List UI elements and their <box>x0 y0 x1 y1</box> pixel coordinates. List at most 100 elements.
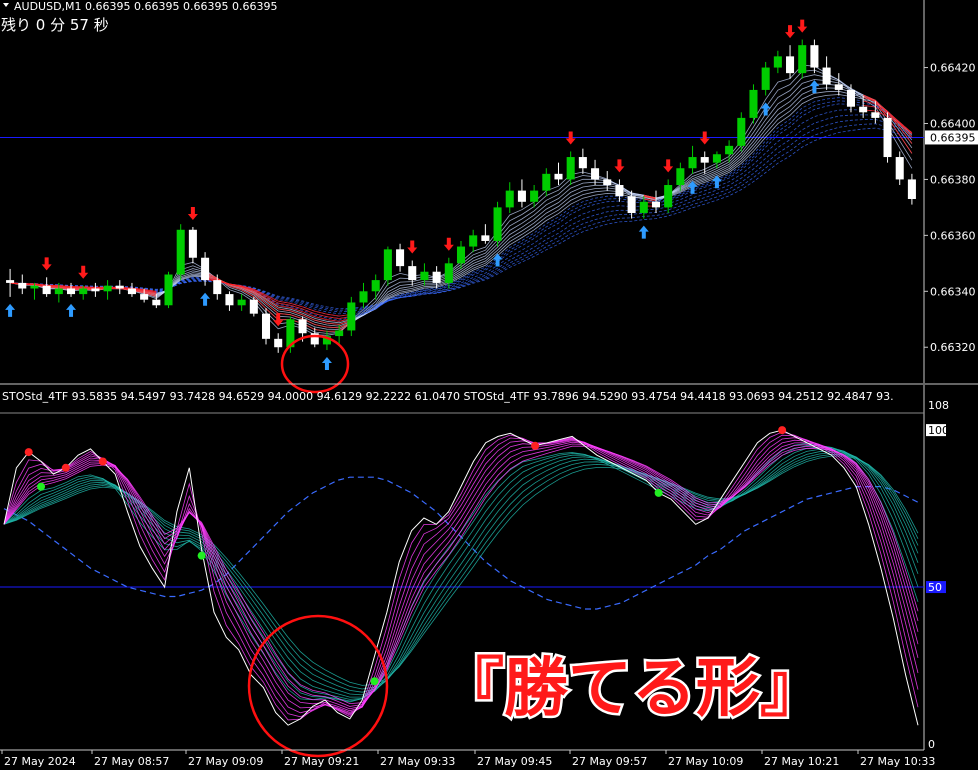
time-tick-label: 27 May 10:09 <box>668 755 743 768</box>
candle-body <box>627 196 636 213</box>
candle-body <box>895 157 904 180</box>
candle-body <box>578 157 587 169</box>
indicator-label: STOStd_4TF 93.5835 94.5497 93.7428 94.65… <box>2 390 894 403</box>
indicator-tick-label: 50 <box>928 581 942 594</box>
price-tick-label: 0.66420 <box>930 62 976 75</box>
time-tick-label: 27 May 09:21 <box>284 755 359 768</box>
candle-body <box>91 288 100 292</box>
candle-body <box>700 157 709 163</box>
candle-body <box>127 288 136 295</box>
time-tick-label: 27 May 09:45 <box>477 755 552 768</box>
candle-body <box>42 285 51 295</box>
time-tick-label: 27 May 10:33 <box>860 755 935 768</box>
candle-body <box>712 154 721 163</box>
candle-body <box>907 179 916 199</box>
green-signal-dot <box>654 488 663 497</box>
candle-body <box>420 271 429 281</box>
symbol-line: AUDUSD,M1 0.66395 0.66395 0.66395 0.6639… <box>14 0 277 13</box>
candle-body <box>517 190 526 202</box>
time-tick-label: 27 May 2024 <box>4 755 76 768</box>
red-signal-dot <box>24 448 33 457</box>
candle-body <box>225 294 234 306</box>
candle-body <box>676 168 685 186</box>
red-signal-dot <box>61 463 70 472</box>
candle-body <box>798 45 807 74</box>
candle-body <box>554 173 563 180</box>
candle-body <box>761 67 770 90</box>
candle-body <box>493 207 502 241</box>
candle-body <box>542 173 551 191</box>
candle-body <box>176 229 185 275</box>
trading-chart[interactable]: 0.66420 0.66400 0.66380 0.66360 0.66340 0.663… <box>0 0 978 770</box>
candle-body <box>115 285 124 289</box>
candle-body <box>810 45 819 68</box>
candle-body <box>432 271 441 283</box>
candle-body <box>152 299 161 306</box>
candle-body <box>651 201 661 208</box>
candle-body <box>725 145 734 155</box>
red-signal-dot <box>98 457 107 466</box>
candle-body <box>615 185 624 197</box>
red-signal-dot <box>531 441 540 450</box>
candle-body <box>664 185 673 208</box>
candle-body <box>883 117 892 158</box>
candle-body <box>213 280 222 295</box>
candle-body <box>859 106 868 113</box>
indicator-tick-label: 100 <box>928 424 949 437</box>
candle-body <box>603 179 612 186</box>
price-tick-label: 0.66380 <box>930 173 976 186</box>
candle-body <box>237 299 246 306</box>
candle-body <box>347 302 356 331</box>
candle-body <box>249 299 258 314</box>
candle-body <box>444 263 453 283</box>
candle-body <box>396 249 405 267</box>
price-tag: 0.66395 <box>925 130 978 145</box>
candle-body <box>371 280 380 292</box>
candle-body <box>456 246 466 264</box>
time-tick-label: 27 May 09:33 <box>380 755 455 768</box>
candle-body <box>6 280 15 283</box>
time-tick-label: 27 May 09:09 <box>188 755 263 768</box>
candle-body <box>335 330 344 337</box>
candle-body <box>274 338 283 348</box>
green-signal-dot <box>37 482 46 491</box>
price-tick-label: 0.66400 <box>930 117 976 130</box>
price-tick-label: 0.66340 <box>930 285 976 298</box>
candle-body <box>54 288 63 295</box>
candle-body <box>30 285 39 289</box>
candle-body <box>834 84 843 90</box>
svg-text:0.66395: 0.66395 <box>930 131 976 144</box>
candle-body <box>261 313 271 339</box>
candle-body <box>79 288 88 295</box>
candle-body <box>298 319 307 334</box>
candle-body <box>140 294 149 300</box>
candle-body <box>201 257 210 281</box>
candle-body <box>164 274 173 306</box>
ma-bear-segment <box>83 286 96 288</box>
candle-body <box>773 56 782 68</box>
time-tick-label: 27 May 10:21 <box>764 755 839 768</box>
candle-body <box>566 157 575 180</box>
candle-body <box>408 266 417 281</box>
price-tick-label: 0.66320 <box>930 341 976 354</box>
candle-body <box>749 89 758 118</box>
price-tick-label: 0.66360 <box>930 229 976 242</box>
time-tick-label: 27 May 09:57 <box>572 755 647 768</box>
candle-body <box>591 168 600 180</box>
candle-body <box>846 89 855 107</box>
red-signal-dot <box>778 426 787 435</box>
candle-body <box>871 112 880 118</box>
candle-body <box>737 117 746 146</box>
time-tick-label: 27 May 08:57 <box>94 755 169 768</box>
candle-body <box>103 285 112 292</box>
green-signal-dot <box>370 677 379 686</box>
candle-body <box>67 288 76 295</box>
candle-body <box>639 201 648 213</box>
candle-body <box>469 235 478 247</box>
candle-body <box>18 282 27 289</box>
candle-body <box>688 157 697 169</box>
candle-body <box>530 190 539 202</box>
candle-body <box>822 67 831 85</box>
green-signal-dot <box>197 551 206 560</box>
candle-body <box>188 229 197 258</box>
